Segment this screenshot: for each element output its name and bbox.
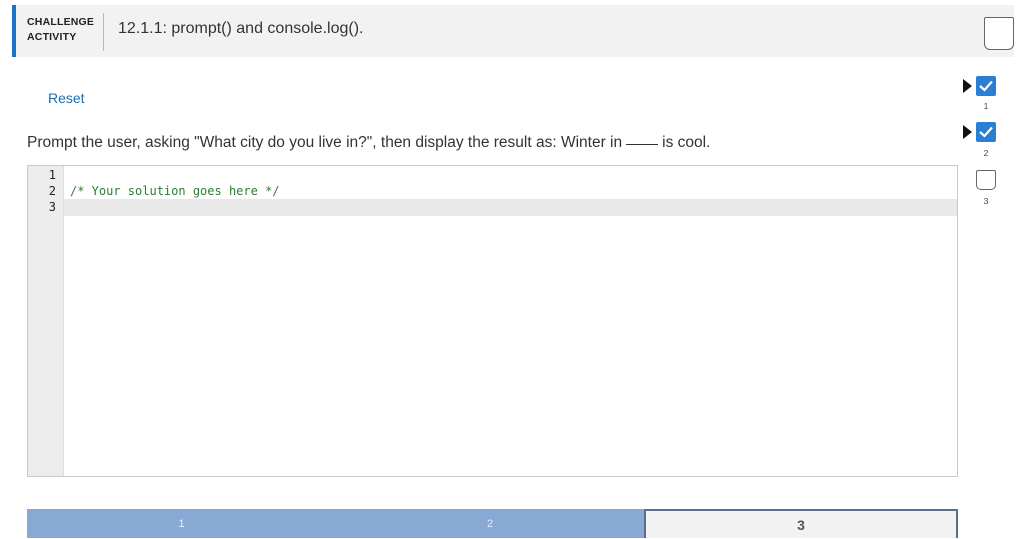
line-number: 2 — [48, 184, 56, 198]
badge-line-1: CHALLENGE — [27, 16, 95, 28]
step-1-button[interactable]: 1 — [27, 509, 336, 538]
step-label: 1 — [178, 518, 185, 530]
badge-line-2: ACTIVITY — [27, 31, 77, 43]
level-2-check-icon — [976, 122, 996, 142]
header-divider — [103, 13, 104, 51]
code-line[interactable]: /* Your solution goes here */ — [70, 184, 280, 198]
prompt-instructions: Prompt the user, asking "What city do yo… — [27, 134, 710, 152]
blank-placeholder — [626, 144, 659, 145]
line-number: 3 — [48, 200, 56, 214]
instructions-text: Prompt the user, asking "What city do yo… — [27, 134, 623, 151]
step-2-button[interactable]: 2 — [336, 509, 644, 538]
step-label: 2 — [486, 518, 494, 530]
active-line-highlight — [64, 199, 957, 216]
level-number: 2 — [983, 148, 989, 158]
activity-header: CHALLENGE ACTIVITY 12.1.1: prompt() and … — [12, 5, 1014, 57]
level-number: 3 — [983, 196, 989, 206]
completion-status-icon — [984, 17, 1014, 50]
step-3-button[interactable]: 3 — [644, 509, 958, 538]
step-label: 3 — [797, 517, 805, 533]
level-1-check-icon — [976, 76, 996, 96]
current-level-arrow-icon — [963, 79, 972, 93]
instructions-text-end: is cool. — [662, 134, 711, 151]
challenge-activity-badge: CHALLENGE ACTIVITY — [27, 15, 97, 45]
line-number: 1 — [48, 168, 56, 182]
activity-title: 12.1.1: prompt() and console.log(). — [118, 20, 364, 37]
level-number: 1 — [983, 101, 989, 111]
level-3-incomplete-icon — [976, 170, 996, 190]
line-number-gutter: 1 2 3 — [28, 166, 64, 476]
current-level-arrow-icon — [963, 125, 972, 139]
code-editor[interactable]: 1 2 3 /* Your solution goes here */ — [27, 165, 958, 477]
reset-button[interactable]: Reset — [48, 90, 85, 106]
step-progress-bar: 1 2 3 — [27, 509, 958, 538]
